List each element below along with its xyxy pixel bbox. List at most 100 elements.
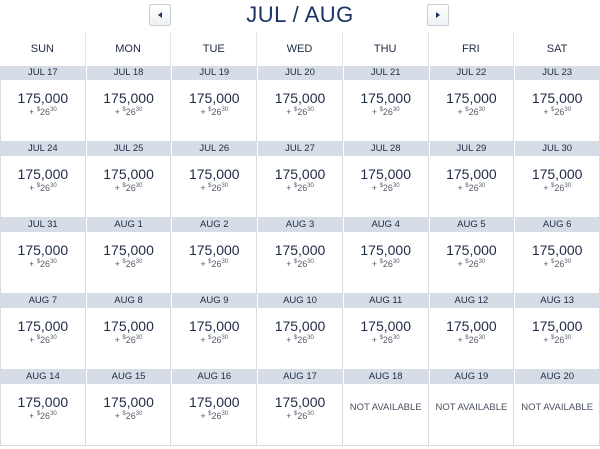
fee-cents: 30 xyxy=(478,183,486,189)
miles-price: 175,000 xyxy=(446,318,497,334)
taxes-fee: + $2630 xyxy=(87,259,171,269)
calendar-day-cell[interactable]: AUG 16 175,000 + $2630 xyxy=(171,370,258,446)
fee-cents: 30 xyxy=(307,183,314,189)
day-date-label: JUL 17 xyxy=(1,66,85,80)
calendar-day-cell[interactable]: AUG 14 175,000 + $2630 xyxy=(0,370,86,446)
fee-amount: 26 xyxy=(297,259,308,269)
fee-prefix: + xyxy=(200,335,209,345)
fee-prefix: + xyxy=(28,335,37,345)
day-date-label: JUL 19 xyxy=(172,66,257,80)
fee-amount: 26 xyxy=(554,335,565,345)
fee-prefix: + xyxy=(286,183,294,193)
fee-amount: 26 xyxy=(382,183,393,193)
fee-amount: 26 xyxy=(211,107,222,117)
fee-cents: 30 xyxy=(50,335,57,341)
fee-amount: 26 xyxy=(382,107,393,117)
fee-amount: 26 xyxy=(125,107,136,117)
day-date-label: AUG 1 xyxy=(86,218,171,232)
fee-cents: 30 xyxy=(135,335,143,341)
taxes-fee: + $2630 xyxy=(344,183,428,193)
calendar-day-cell[interactable]: AUG 1 175,000 + $2630 xyxy=(85,218,172,294)
fee-cents: 30 xyxy=(478,107,486,113)
calendar-day-cell[interactable]: JUL 21 175,000 + $2630 xyxy=(342,66,429,142)
fee-amount: 26 xyxy=(40,259,51,269)
day-of-week-header: SUN MON TUE WED THU FRI SAT xyxy=(0,32,600,66)
miles-price: 175,000 xyxy=(17,318,69,334)
calendar-day-cell: AUG 18 NOT AVAILABLE xyxy=(342,370,429,446)
calendar-day-cell[interactable]: JUL 17 175,000 + $2630 xyxy=(0,66,86,142)
fee-cents: 30 xyxy=(221,411,229,417)
fee-prefix: + xyxy=(286,411,294,421)
calendar-day-cell[interactable]: AUG 2 175,000 + $2630 xyxy=(171,218,258,294)
fee-amount: 26 xyxy=(125,183,136,193)
calendar-day-cell[interactable]: AUG 17 175,000 + $2630 xyxy=(257,370,343,446)
calendar-day-cell[interactable]: JUL 23 175,000 + $2630 xyxy=(514,66,600,142)
calendar-day-cell[interactable]: AUG 3 175,000 + $2630 xyxy=(257,218,343,294)
miles-price: 175,000 xyxy=(274,394,326,410)
day-date-label: AUG 5 xyxy=(429,218,514,232)
miles-price: 175,000 xyxy=(17,242,69,258)
day-date-label: AUG 4 xyxy=(343,218,428,232)
fee-prefix: + xyxy=(371,183,380,193)
calendar-day-cell[interactable]: JUL 24 175,000 + $2630 xyxy=(0,142,86,218)
calendar-day-cell[interactable]: JUL 30 175,000 + $2630 xyxy=(514,142,600,218)
day-date-label: AUG 10 xyxy=(258,294,342,308)
dow-mon: MON xyxy=(86,32,172,66)
calendar-day-cell[interactable]: JUL 31 175,000 + $2630 xyxy=(0,218,86,294)
not-available-label: NOT AVAILABLE xyxy=(435,402,508,413)
fee-amount: 26 xyxy=(468,335,479,345)
calendar-day-cell[interactable]: JUL 18 175,000 + $2630 xyxy=(85,66,172,142)
dow-tue: TUE xyxy=(171,32,258,66)
miles-price: 175,000 xyxy=(188,90,240,106)
miles-price: 175,000 xyxy=(360,242,411,258)
taxes-fee: + $2630 xyxy=(258,259,342,269)
calendar-day-cell[interactable]: AUG 4 175,000 + $2630 xyxy=(342,218,429,294)
taxes-fee: + $2630 xyxy=(430,107,514,117)
calendar-day-cell[interactable]: AUG 6 175,000 + $2630 xyxy=(514,218,600,294)
fee-cents: 30 xyxy=(135,259,143,265)
calendar-day-cell[interactable]: JUL 25 175,000 + $2630 xyxy=(85,142,172,218)
fee-prefix: + xyxy=(28,411,37,421)
calendar-day-cell[interactable]: JUL 29 175,000 + $2630 xyxy=(428,142,515,218)
calendar-day-cell[interactable]: AUG 10 175,000 + $2630 xyxy=(257,294,343,370)
day-date-label: AUG 18 xyxy=(343,370,428,384)
day-date-label: AUG 6 xyxy=(515,218,599,232)
miles-price: 175,000 xyxy=(446,242,497,258)
fee-amount: 26 xyxy=(297,183,308,193)
calendar-day-cell[interactable]: AUG 12 175,000 + $2630 xyxy=(428,294,515,370)
miles-price: 175,000 xyxy=(274,90,326,106)
taxes-fee: + $2630 xyxy=(258,107,342,117)
taxes-fee: + $2630 xyxy=(258,183,342,193)
miles-price: 175,000 xyxy=(188,318,240,334)
miles-price: 175,000 xyxy=(446,166,497,182)
calendar-day-cell[interactable]: JUL 22 175,000 + $2630 xyxy=(428,66,515,142)
taxes-fee: + $2630 xyxy=(430,259,514,269)
fee-cents: 30 xyxy=(307,411,314,417)
miles-price: 175,000 xyxy=(446,90,497,106)
fee-cents: 30 xyxy=(221,183,229,189)
calendar-day-cell: AUG 20 NOT AVAILABLE xyxy=(514,370,600,446)
calendar-day-cell[interactable]: AUG 13 175,000 + $2630 xyxy=(514,294,600,370)
fee-prefix: + xyxy=(371,335,380,345)
day-date-label: JUL 28 xyxy=(343,142,428,156)
calendar-day-cell[interactable]: AUG 7 175,000 + $2630 xyxy=(0,294,86,370)
fee-cents: 30 xyxy=(135,411,143,417)
calendar-day-cell[interactable]: AUG 11 175,000 + $2630 xyxy=(342,294,429,370)
calendar-day-cell[interactable]: AUG 8 175,000 + $2630 xyxy=(85,294,172,370)
calendar-day-cell[interactable]: AUG 5 175,000 + $2630 xyxy=(428,218,515,294)
fee-cents: 30 xyxy=(50,183,57,189)
calendar-day-cell[interactable]: JUL 28 175,000 + $2630 xyxy=(342,142,429,218)
calendar-day-cell[interactable]: AUG 15 175,000 + $2630 xyxy=(85,370,172,446)
calendar-day-cell[interactable]: JUL 26 175,000 + $2630 xyxy=(171,142,258,218)
calendar-day-cell[interactable]: JUL 27 175,000 + $2630 xyxy=(257,142,343,218)
day-date-label: JUL 22 xyxy=(429,66,514,80)
next-month-button[interactable] xyxy=(427,4,449,26)
calendar-day-cell[interactable]: AUG 9 175,000 + $2630 xyxy=(171,294,258,370)
taxes-fee: + $2630 xyxy=(1,107,85,117)
calendar-day-cell[interactable]: JUL 19 175,000 + $2630 xyxy=(171,66,258,142)
calendar-day-cell[interactable]: JUL 20 175,000 + $2630 xyxy=(257,66,343,142)
fee-amount: 26 xyxy=(297,335,308,345)
fee-amount: 26 xyxy=(40,183,51,193)
miles-price: 175,000 xyxy=(17,166,69,182)
fee-cents: 30 xyxy=(135,183,143,189)
